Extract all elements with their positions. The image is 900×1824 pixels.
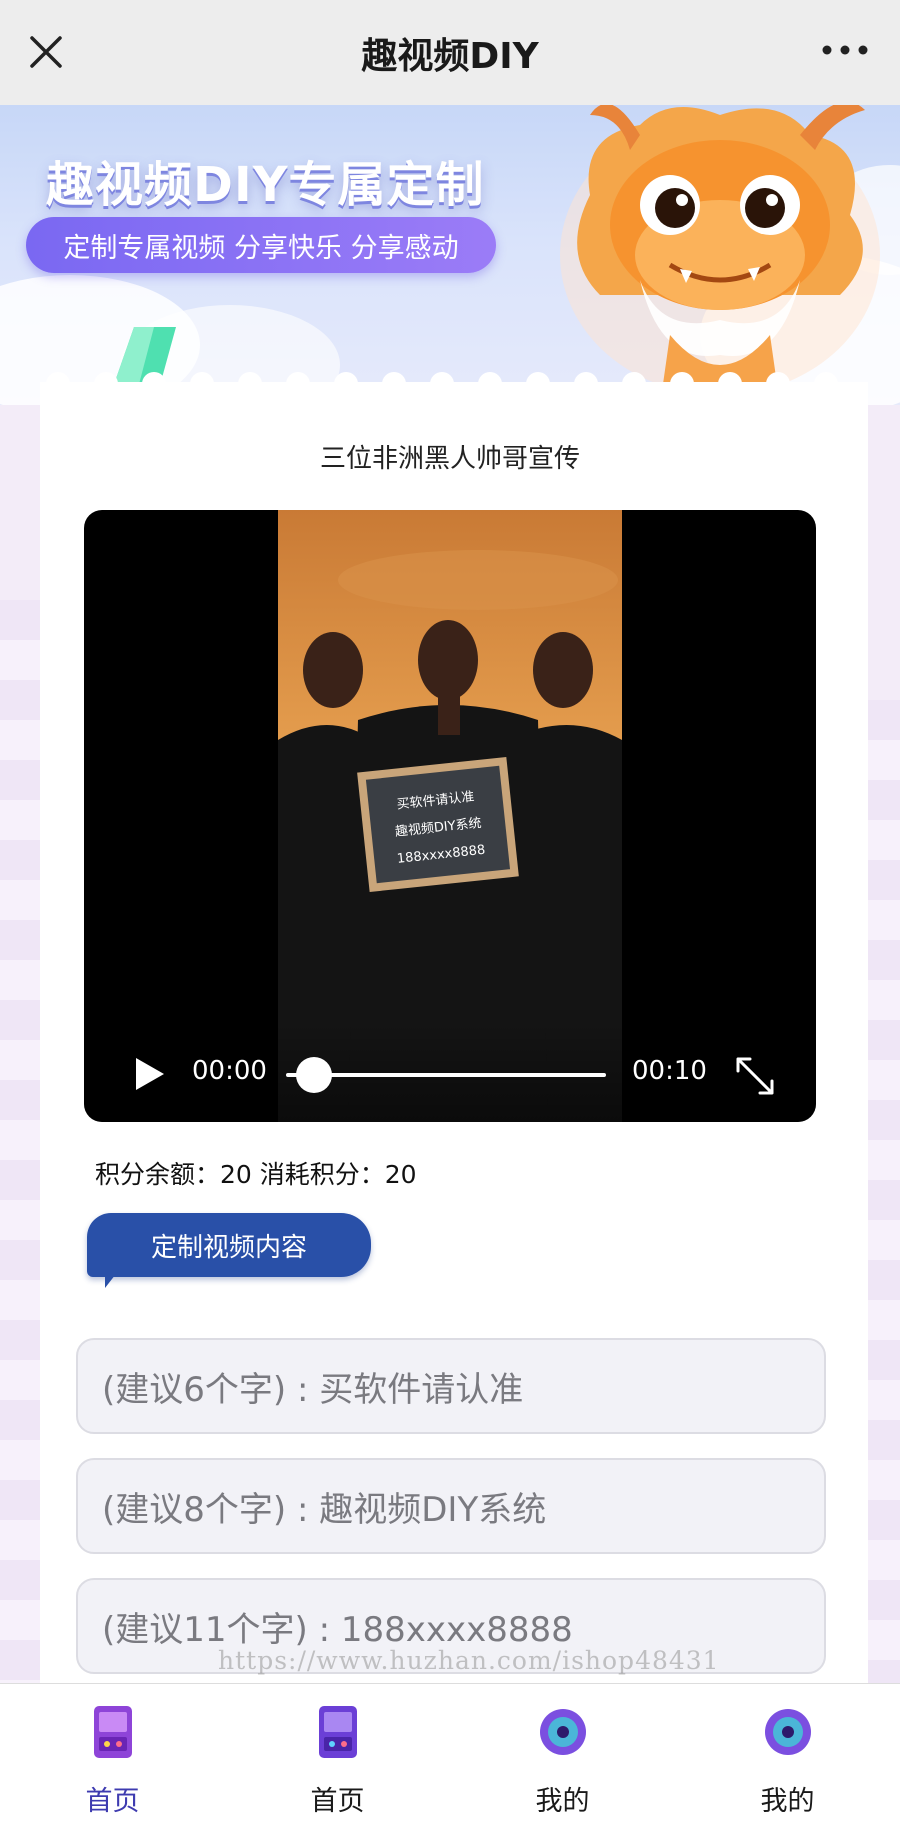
banner-subtitle-pill: 定制专属视频 分享快乐 分享感动 xyxy=(26,217,496,273)
disc-icon xyxy=(765,1709,811,1755)
promo-banner: 趣视频DIY专属定制 定制专属视频 分享快乐 分享感动 xyxy=(0,105,900,405)
close-icon[interactable] xyxy=(26,32,66,72)
chip-tail xyxy=(105,1270,119,1288)
tab-label: 我的 xyxy=(760,1786,815,1817)
fullscreen-icon[interactable] xyxy=(734,1055,776,1097)
page-title: 趣视频DIY xyxy=(361,35,539,77)
cost-value: 20 xyxy=(384,1160,417,1189)
dragon-mascot-image xyxy=(560,105,880,405)
disc-icon xyxy=(540,1709,586,1755)
progress-track[interactable] xyxy=(286,1073,606,1077)
cost-label: 消耗积分： xyxy=(251,1160,385,1189)
video-title: 三位非洲黑人帅哥宣传 xyxy=(319,444,580,474)
background-stripes-left xyxy=(0,600,40,1685)
tab-label: 我的 xyxy=(535,1786,590,1817)
progress-thumb[interactable] xyxy=(296,1057,332,1093)
more-dots-icon[interactable] xyxy=(820,38,870,62)
text-input-1[interactable]: (建议6个字) : 买软件请认准 xyxy=(76,1338,826,1434)
balance-label: 积分余额： xyxy=(95,1160,221,1189)
duration: 00:10 xyxy=(632,1056,707,1086)
bottom-tab-bar: 首页 首页 我的 我的 xyxy=(0,1683,900,1824)
tab-mine-2[interactable]: 我的 xyxy=(675,1684,900,1824)
background-stripes-right xyxy=(868,700,900,1685)
tab-label: 首页 xyxy=(310,1786,365,1817)
banner-title: 趣视频DIY专属定制 xyxy=(46,157,485,213)
tab-home-1[interactable]: 首页 xyxy=(0,1684,225,1824)
text-input-2[interactable]: (建议8个字) : 趣视频DIY系统 xyxy=(76,1458,826,1554)
tab-mine-1[interactable]: 我的 xyxy=(450,1684,675,1824)
current-time: 00:00 xyxy=(192,1056,267,1086)
tab-label: 首页 xyxy=(85,1786,140,1817)
arcade-icon xyxy=(94,1706,132,1758)
card-scalloped-edge xyxy=(40,372,868,398)
watermark-text: https://www.huzhan.com/ishop48431 xyxy=(218,1646,720,1675)
section-heading-chip: 定制视频内容 xyxy=(87,1213,371,1277)
nav-bar: 趣视频DIY xyxy=(0,0,900,105)
arcade-icon xyxy=(319,1706,357,1758)
play-icon[interactable] xyxy=(134,1056,166,1092)
video-player[interactable]: 买软件请认准 趣视频DIY系统 188xxxx8888 00:00 00:10 xyxy=(84,510,816,1122)
points-info: 积分余额：20 消耗积分：20 xyxy=(95,1155,417,1191)
tab-home-2[interactable]: 首页 xyxy=(225,1684,450,1824)
balance-value: 20 xyxy=(220,1160,252,1189)
